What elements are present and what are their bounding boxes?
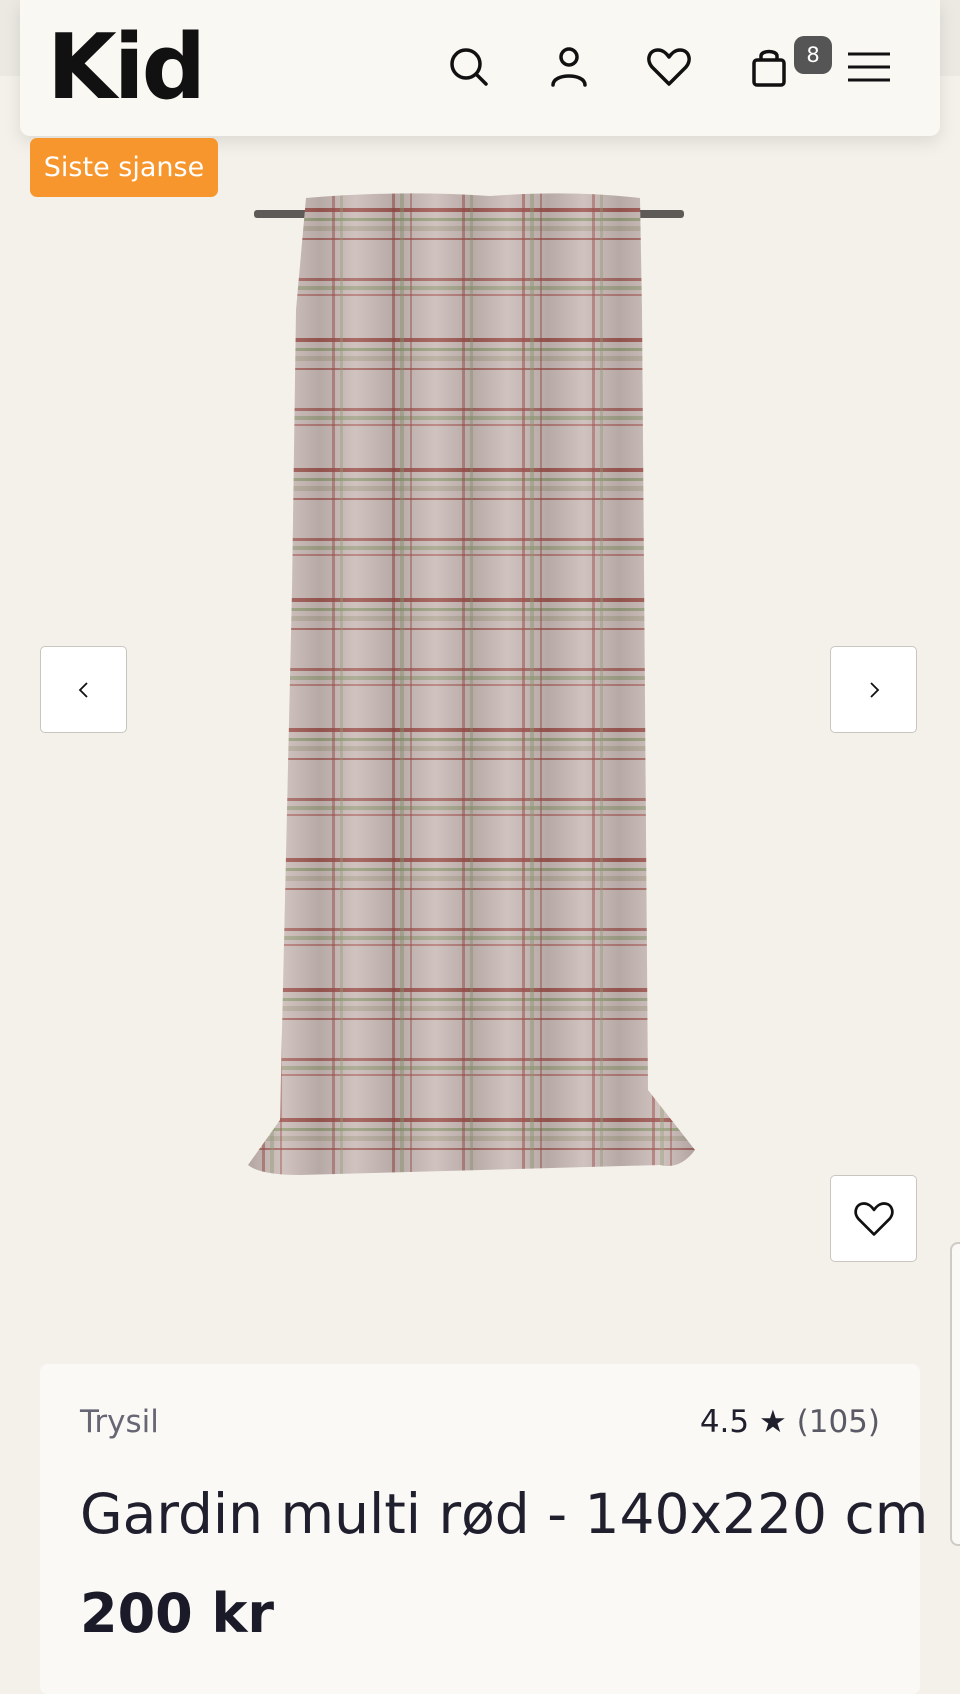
user-icon[interactable] (544, 42, 594, 92)
review-count: (105) (796, 1404, 880, 1440)
add-to-wishlist-button[interactable] (830, 1175, 917, 1262)
chevron-left-icon (78, 681, 88, 698)
side-drawer-tab[interactable] (950, 1242, 960, 1546)
star-icon: ★ (758, 1404, 787, 1440)
product-rating[interactable]: 4.5 ★ (105) (700, 1404, 880, 1440)
previous-image-button[interactable] (40, 646, 127, 733)
curtain-product-image (248, 193, 695, 1175)
siste-sjanse-badge: Siste sjanse (30, 138, 218, 197)
product-price: 200 kr (80, 1582, 275, 1645)
rating-value: 4.5 (699, 1404, 750, 1440)
cart-icon[interactable] (744, 42, 794, 92)
search-icon[interactable] (444, 42, 494, 92)
menu-icon[interactable] (844, 42, 894, 92)
product-info-card: Trysil 4.5 ★ (105) Gardin multi rød - 14… (40, 1364, 928, 1694)
product-brand[interactable]: Trysil (80, 1404, 159, 1440)
chevron-right-icon (869, 681, 879, 698)
product-title: Gardin multi rød - 140x220 cm (80, 1482, 929, 1546)
site-header: Kid 8 (20, 0, 940, 136)
heart-icon (853, 1201, 894, 1236)
kid-logo[interactable]: Kid (47, 18, 206, 118)
next-image-button[interactable] (830, 646, 917, 733)
cart-count-badge: 8 (794, 36, 832, 74)
wishlist-heart-icon[interactable] (644, 42, 694, 92)
